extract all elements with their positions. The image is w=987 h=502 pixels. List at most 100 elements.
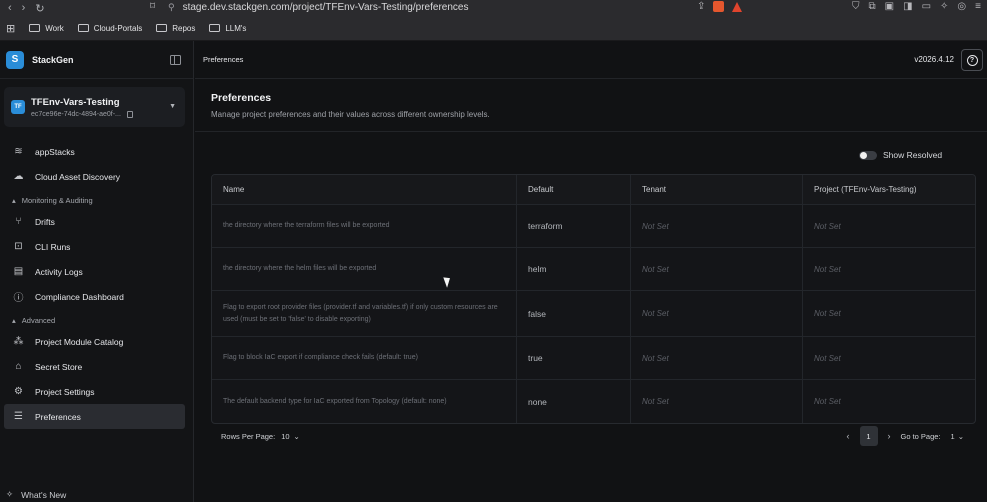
sidebar-item-drifts[interactable]: ⑂ Drifts (0, 209, 193, 234)
brave-shield-icon[interactable] (713, 1, 725, 12)
copy-icon[interactable] (126, 110, 133, 118)
apps-grid-icon[interactable]: ⊞ (6, 22, 15, 35)
caret-down-icon[interactable]: ▼ (169, 103, 176, 110)
brand-name: StackGen (32, 54, 74, 65)
brave-rewards-icon[interactable] (732, 1, 743, 12)
section-advanced[interactable]: ▴ Advanced (0, 312, 193, 329)
column-header-name[interactable]: Name (212, 175, 517, 204)
default-value: true (517, 337, 631, 379)
preference-name: The default backend type for IaC exporte… (212, 380, 517, 423)
preference-name: the directory where the terraform files … (212, 205, 517, 247)
back-icon[interactable]: ‹ (8, 2, 12, 15)
go-to-page-select[interactable]: 1 ⌄ (951, 432, 964, 441)
project-switcher[interactable]: TF TFEnv-Vars-Testing ec7ce96e-74dc-4894… (4, 87, 185, 127)
table-row[interactable]: The default backend type for IaC exporte… (212, 380, 975, 423)
vpn-icon[interactable]: ◎ (957, 1, 966, 12)
page-header: Preferences Manage project preferences a… (195, 79, 987, 132)
sidebar-item-appstacks[interactable]: ≋ appStacks (0, 139, 193, 164)
default-value: helm (517, 248, 631, 290)
alert-circle-icon: ⓘ (13, 293, 24, 304)
sidebar-item-preferences[interactable]: ☰ Preferences (4, 404, 185, 429)
sidebar: S StackGen TF TFEnv-Vars-Testing ec7ce96… (0, 41, 194, 502)
tenant-value[interactable]: Not Set (631, 205, 803, 247)
table-row[interactable]: Flag to block IaC export if compliance c… (212, 337, 975, 380)
screenshot-icon[interactable]: ▣ (885, 1, 894, 12)
page-button-current[interactable]: 1 (859, 426, 878, 446)
default-value: false (517, 291, 631, 336)
show-resolved-toggle[interactable]: Show Resolved (859, 150, 942, 160)
menu-icon[interactable]: ≡ (975, 1, 981, 12)
sidebar-toggle-icon[interactable]: ◨ (903, 1, 912, 12)
table-row[interactable]: Flag to export root provider files (prov… (212, 291, 975, 337)
forward-icon[interactable]: › (22, 2, 26, 15)
bookmark-cloud-portals[interactable]: Cloud-Portals (77, 24, 142, 33)
project-value[interactable]: Not Set (803, 337, 975, 379)
prev-page-icon[interactable]: ‹ (847, 431, 850, 441)
address-bar[interactable]: ⚲ stage.dev.stackgen.com/project/TFEnv-V… (168, 0, 768, 14)
modules-icon: ⁂ (13, 336, 24, 347)
sparkle-icon: ✧ (6, 489, 14, 499)
version-label: v2026.4.12 (914, 55, 954, 64)
project-id: ec7ce96e-74dc-4894-ae0f-... (31, 110, 121, 118)
bookmark-icon[interactable]: ⌑ (150, 1, 155, 12)
wallet-icon[interactable]: ▭ (922, 1, 931, 12)
project-avatar: TF (11, 100, 25, 114)
sidebar-item-project-settings[interactable]: ⚙ Project Settings (0, 379, 193, 404)
tenant-value[interactable]: Not Set (631, 380, 803, 423)
section-monitoring-auditing[interactable]: ▴ Monitoring & Auditing (0, 192, 193, 209)
project-value[interactable]: Not Set (803, 248, 975, 290)
chevron-down-icon: ⌄ (957, 431, 964, 441)
toggle-label: Show Resolved (883, 150, 943, 160)
column-header-default[interactable]: Default (517, 175, 631, 204)
site-info-icon[interactable]: ⚲ (168, 2, 175, 13)
column-header-project[interactable]: Project (TFEnv-Vars-Testing) (803, 175, 975, 204)
sidebar-item-cli-runs[interactable]: ⊡ CLI Runs (0, 234, 193, 259)
tenant-value[interactable]: Not Set (631, 337, 803, 379)
sidebar-item-project-module-catalog[interactable]: ⁂ Project Module Catalog (0, 329, 193, 354)
reload-icon[interactable]: ↻ (35, 2, 44, 15)
shield-icon[interactable]: ⛉ (852, 1, 860, 12)
whats-new-link[interactable]: ✧ What's New (6, 489, 66, 500)
tenant-value[interactable]: Not Set (631, 291, 803, 336)
gear-icon: ⚙ (14, 386, 23, 397)
stackgen-logo-icon[interactable]: S (6, 50, 24, 69)
layers-icon: ≋ (14, 146, 23, 157)
project-value[interactable]: Not Set (803, 205, 975, 247)
bookmark-llms[interactable]: LLM's (209, 24, 246, 33)
sliders-icon: ☰ (14, 411, 23, 422)
leo-ai-icon[interactable]: ✧ (940, 1, 948, 12)
browser-toolbar: ‹ › ↻ ⌑ ⚲ stage.dev.stackgen.com/project… (0, 0, 987, 16)
project-value[interactable]: Not Set (803, 380, 975, 423)
help-icon: ? (966, 54, 978, 66)
chevron-down-icon: ⌄ (293, 431, 300, 441)
log-icon: ▤ (13, 266, 24, 277)
go-to-page-label: Go to Page: (900, 431, 941, 441)
sidebar-item-compliance-dashboard[interactable]: ⓘ Compliance Dashboard (0, 284, 193, 309)
share-icon[interactable]: ⇪ (697, 1, 705, 12)
branch-icon: ⑂ (15, 216, 22, 227)
table-row[interactable]: the directory where the helm files will … (212, 248, 975, 291)
toggle-switch[interactable] (859, 150, 877, 160)
sidebar-item-secret-store[interactable]: ⌂ Secret Store (0, 354, 193, 379)
table-row[interactable]: the directory where the terraform files … (212, 205, 975, 248)
table-header-row: Name Default Tenant Project (TFEnv-Vars-… (212, 175, 975, 205)
bookmark-work[interactable]: Work (29, 24, 64, 33)
column-header-tenant[interactable]: Tenant (631, 175, 803, 204)
section-caret-icon: ▴ (12, 196, 16, 205)
project-value[interactable]: Not Set (803, 291, 975, 336)
help-button[interactable]: ? (961, 49, 983, 71)
sidebar-item-cloud-asset-discovery[interactable]: ☁ Cloud Asset Discovery (0, 164, 193, 189)
next-page-icon[interactable]: › (888, 431, 891, 441)
bookmark-repos[interactable]: Repos (156, 24, 195, 33)
folder-icon (156, 24, 168, 32)
preference-name: the directory where the helm files will … (212, 248, 517, 290)
collapse-sidebar-icon[interactable] (170, 54, 181, 65)
tenant-value[interactable]: Not Set (631, 248, 803, 290)
sidebar-item-activity-logs[interactable]: ▤ Activity Logs (0, 259, 193, 284)
extensions-icon[interactable]: ⧉ (869, 1, 876, 12)
secret-icon: ⌂ (15, 361, 22, 372)
folder-icon (29, 24, 41, 32)
url-text: stage.dev.stackgen.com/project/TFEnv-Var… (182, 1, 469, 13)
folder-icon (77, 24, 89, 32)
rows-per-page-select[interactable]: 10 ⌄ (281, 432, 300, 441)
